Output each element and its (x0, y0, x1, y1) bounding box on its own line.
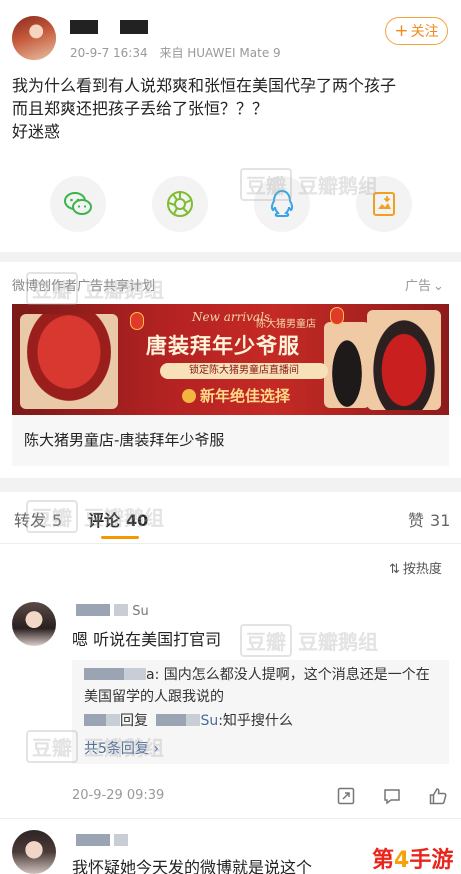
tab-likes-label: 赞 (408, 511, 425, 530)
post-date: 20-9-7 16:34 (70, 46, 148, 60)
ad-tag-label: 广告 (405, 279, 432, 294)
comment-time: 20-9-29 09:39 (72, 788, 165, 803)
reply-line: a: 国内怎么都没人提啊，这个消息还是一个在 (84, 666, 430, 685)
reply-target[interactable]: Su (200, 713, 218, 729)
reply-line: 美国留学的人跟我说的 (84, 689, 224, 705)
ad-banner-image[interactable]: New arrivals 陈大猪男童店 唐装拜年少爷服 锁定陈大猪男童店直播间 … (12, 304, 449, 415)
follow-label: 关注 (410, 24, 439, 40)
author-name-redacted-2 (120, 20, 148, 34)
tab-reposts-count: 5 (52, 511, 63, 530)
coin-icon (182, 389, 196, 403)
tab-comments-label: 评论 (88, 511, 121, 530)
comment-text: 嗯 听说在美国打官司 (72, 630, 222, 649)
tab-comments[interactable]: 评论 40 (88, 507, 461, 531)
tab-likes-count: 31 (430, 511, 451, 530)
save-image-icon (373, 192, 395, 216)
commenter-avatar[interactable] (12, 830, 56, 874)
share-row (0, 176, 461, 236)
author-avatar[interactable] (12, 16, 56, 60)
qq-share-button[interactable] (254, 176, 310, 232)
sort-label: 按热度 (402, 562, 442, 577)
wechat-share-button[interactable] (50, 176, 106, 232)
redacted-name (124, 668, 146, 680)
redacted-name (186, 714, 201, 726)
redacted-name (76, 604, 110, 616)
reply-text: a: 国内怎么都没人提啊，这个消息还是一个在 (146, 667, 430, 683)
ad-tag[interactable]: 广告 ⌄ (405, 275, 444, 294)
ad-card[interactable]: 微博创作者广告共享计划 广告 ⌄ New arrivals 陈大猪男童店 唐装拜年… (0, 262, 461, 478)
chevron-right-icon: › (153, 741, 159, 757)
follow-button[interactable]: + 关注 (385, 17, 448, 45)
post-text: 我为什么看到有人说郑爽和张恒在美国代孕了两个孩子 而且郑爽还把孩子丢给了张恒？？… (12, 74, 452, 143)
lantern-icon (130, 312, 144, 330)
redacted-name (84, 714, 106, 726)
redacted-name (156, 714, 187, 726)
reply-thread[interactable]: a: 国内怎么都没人提啊，这个消息还是一个在 美国留学的人跟我说的 回复 Su:… (72, 660, 449, 764)
weibo-post: 20-9-7 16:34 来自 HUAWEI Mate 9 + 关注 我为什么看… (0, 0, 461, 252)
reply-comment-button[interactable] (382, 786, 402, 806)
commenter-name-suffix: Su (132, 604, 149, 619)
interaction-tabs: 转发 5 评论 40 赞 31 (0, 492, 461, 544)
commenter-name[interactable]: Su (76, 604, 149, 619)
banner-shop-name: 陈大猪男童店 (256, 319, 316, 330)
sort-icon: ⇅ (389, 562, 400, 577)
post-source: 来自 HUAWEI Mate 9 (159, 46, 281, 60)
tabs-divider (0, 543, 461, 544)
comment-item: Su 嗯 听说在美国打官司 a: 国内怎么都没人提啊，这个消息还是一个在 美国留… (0, 598, 461, 818)
redacted-name (114, 604, 129, 616)
post-text-line: 而且郑爽还把孩子丢给了张恒？？？ (12, 99, 269, 118)
thumbs-up-icon (429, 788, 447, 805)
plus-icon: + (394, 20, 409, 41)
comment-actions (336, 786, 448, 806)
reply-text: :知乎搜什么 (218, 713, 293, 729)
product-photo-vest (20, 314, 118, 409)
reply-word: 回复 (120, 713, 148, 729)
post-meta: 20-9-7 16:34 来自 HUAWEI Mate 9 (70, 44, 289, 61)
tab-comments-count: 40 (126, 511, 149, 530)
redacted-name (84, 668, 124, 680)
redacted-name (106, 714, 120, 726)
wechat-icon (64, 192, 92, 215)
tab-likes[interactable]: 赞 31 (408, 507, 450, 531)
repost-comment-button[interactable] (336, 786, 356, 806)
reply-line: 回复 Su:知乎搜什么 (84, 712, 293, 731)
ad-program-label: 微博创作者广告共享计划 (12, 279, 156, 294)
moments-share-button[interactable] (152, 176, 208, 232)
like-comment-button[interactable] (428, 786, 448, 806)
chevron-down-icon: ⌄ (433, 279, 444, 294)
qq-icon (270, 189, 294, 217)
banner-subline: 新年绝佳选择 (182, 385, 290, 406)
banner-headline: 唐装拜年少爷服 (146, 334, 300, 358)
tab-reposts[interactable]: 转发 5 (14, 507, 62, 531)
banner-live-tag: 锁定陈大猪男童店直播间 (160, 363, 328, 379)
comment-divider (0, 818, 461, 819)
author-name-redacted[interactable] (70, 20, 98, 34)
comment-icon (384, 789, 400, 805)
lantern-icon (330, 307, 344, 325)
sort-toggle[interactable]: ⇅ 按热度 (389, 558, 442, 577)
share-icon (337, 787, 355, 805)
commenter-name-redacted[interactable] (76, 834, 129, 849)
post-text-line: 我为什么看到有人说郑爽和张恒在美国代孕了两个孩子 (12, 76, 397, 95)
ad-title[interactable]: 陈大猪男童店-唐装拜年少爷服 (12, 415, 449, 466)
section-divider (0, 478, 461, 492)
comment-text: 我怀疑她今天发的微博就是说这个 (72, 858, 313, 874)
save-image-button[interactable] (356, 176, 412, 232)
section-divider (0, 252, 461, 262)
view-more-replies-link[interactable]: 共5条回复 › (84, 738, 159, 758)
product-photo-boy-red (367, 310, 441, 410)
post-text-line: 好迷惑 (12, 122, 61, 141)
commenter-avatar[interactable] (12, 602, 56, 646)
product-photo-boy-black (324, 322, 370, 408)
tab-reposts-label: 转发 (14, 511, 47, 530)
active-tab-indicator (101, 536, 139, 539)
site-logo: 第4手游 (372, 848, 454, 873)
moments-icon (167, 191, 193, 217)
